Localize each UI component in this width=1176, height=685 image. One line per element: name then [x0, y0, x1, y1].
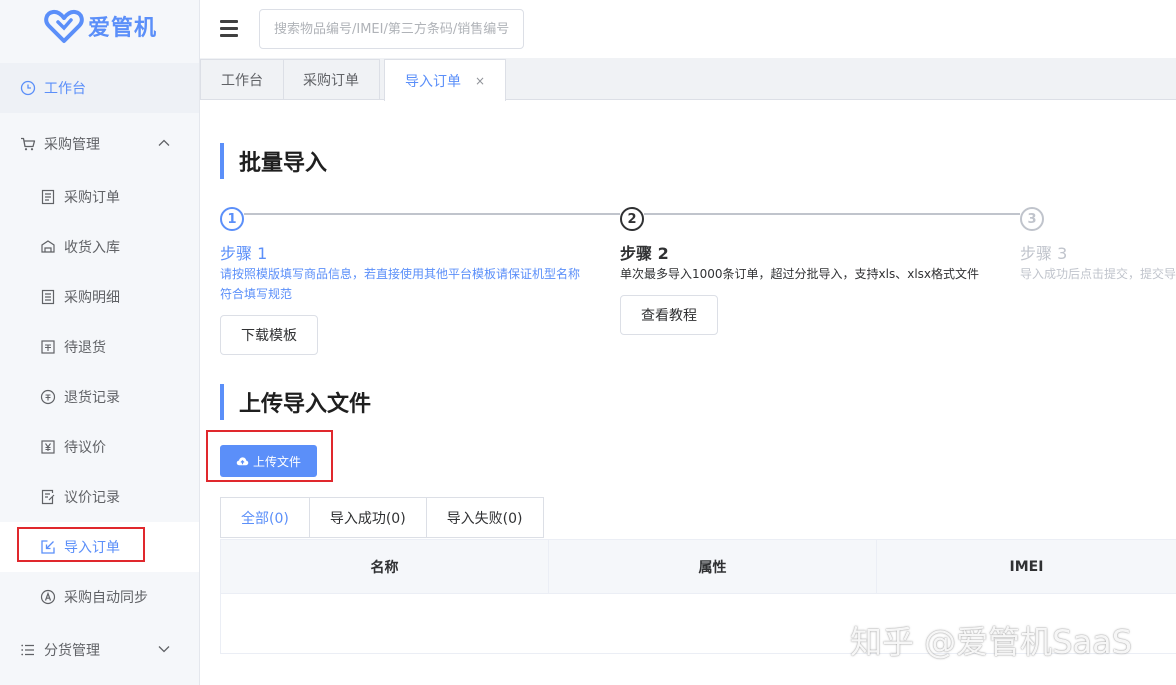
- section-title-batch: 批量导入: [220, 143, 327, 179]
- tab-label: 工作台: [221, 73, 263, 89]
- step-1-desc-line: 请按照模版填写商品信息，若直接使用其他平台模板请保证机型名称: [220, 267, 581, 281]
- sidebar-item-label: 待退货: [64, 340, 106, 356]
- tab-label: 采购订单: [303, 73, 359, 89]
- sidebar-group-label: 分货管理: [44, 643, 100, 659]
- table-body-empty: [220, 594, 1176, 654]
- step-2-indicator: 2: [620, 207, 644, 231]
- sidebar-item-label: 待议价: [64, 440, 106, 456]
- table-header: 名称 属性 IMEI: [220, 539, 1176, 594]
- step-3-description: 导入成功后点击提交，提交导入: [1020, 267, 1176, 281]
- top-header: [200, 0, 1176, 58]
- sidebar-item-label: 采购自动同步: [64, 590, 148, 606]
- tab-import-failed[interactable]: 导入失败(0): [426, 497, 544, 538]
- app-name: 爱管机: [88, 16, 158, 41]
- sidebar-item-receive[interactable]: 收货入库: [0, 222, 199, 272]
- chevron-down-icon: [158, 646, 170, 653]
- sidebar: 爱管机 工作台 采购管理 采购订单 收货入库 采购明细 待退货 退货记录 待议价…: [0, 0, 200, 685]
- tab-all[interactable]: 全部(0): [220, 497, 310, 538]
- detail-doc-icon: [40, 289, 56, 305]
- step-1-indicator: 1: [220, 207, 244, 231]
- cloud-upload-icon: [236, 456, 249, 465]
- sidebar-item-label: 议价记录: [64, 490, 120, 506]
- tab-purchase-order[interactable]: 采购订单: [283, 59, 380, 100]
- sidebar-item-label: 工作台: [44, 81, 86, 97]
- close-icon[interactable]: ×: [475, 74, 485, 88]
- sidebar-item-pending-return[interactable]: 待退货: [0, 322, 199, 372]
- column-header-imei: IMEI: [1009, 558, 1044, 575]
- tab-import-success[interactable]: 导入成功(0): [309, 497, 427, 538]
- return-pending-icon: [40, 339, 56, 355]
- sidebar-item-purchase-order[interactable]: 采购订单: [0, 172, 199, 222]
- auto-sync-icon: [40, 589, 56, 605]
- sidebar-item-worktable[interactable]: 工作台: [0, 63, 199, 113]
- step-2-description: 单次最多导入1000条订单，超过分批导入，支持xls、xlsx格式文件: [620, 267, 980, 281]
- step-connector: [644, 213, 1020, 215]
- sidebar-item-label: 收货入库: [64, 240, 120, 256]
- app-logo[interactable]: 爱管机: [44, 6, 157, 46]
- download-template-button[interactable]: 下载模板: [220, 315, 318, 355]
- sidebar-item-auto-sync[interactable]: 采购自动同步: [0, 572, 199, 622]
- order-doc-icon: [40, 189, 56, 205]
- yuan-icon: [40, 439, 56, 455]
- import-icon: [40, 539, 56, 555]
- sidebar-group-label: 采购管理: [44, 137, 100, 153]
- sidebar-item-bargain-record[interactable]: 议价记录: [0, 472, 199, 522]
- upload-button-label: 上传文件: [252, 454, 301, 469]
- column-header-name: 名称: [221, 540, 549, 593]
- search-input[interactable]: [259, 9, 524, 49]
- step-1-title: 步骤 1: [220, 244, 268, 263]
- step-3-title: 步骤 3: [1020, 244, 1068, 263]
- menu-toggle-icon[interactable]: [220, 20, 238, 38]
- sidebar-item-label: 退货记录: [64, 390, 120, 406]
- result-tabs: 全部(0) 导入成功(0) 导入失败(0): [220, 497, 544, 538]
- step-1-description: 请按照模版填写商品信息，若直接使用其他平台模板请保证机型名称 符合填写规范: [220, 264, 590, 304]
- heart-logo-icon: [44, 9, 84, 43]
- tab-label: 导入订单: [405, 73, 461, 90]
- view-tutorial-button[interactable]: 查看教程: [620, 295, 718, 335]
- list-icon: [20, 642, 36, 658]
- sidebar-item-label: 采购订单: [64, 190, 120, 206]
- receive-icon: [40, 239, 56, 255]
- tab-import-order[interactable]: 导入订单 ×: [384, 59, 507, 101]
- sidebar-item-label: 导入订单: [64, 540, 120, 556]
- section-title-upload: 上传导入文件: [220, 384, 371, 420]
- cart-icon: [20, 136, 36, 152]
- sidebar-group-distribution[interactable]: 分货管理: [0, 625, 199, 675]
- step-1-desc-line: 符合填写规范: [220, 287, 293, 301]
- clock-icon: [20, 80, 36, 96]
- tab-worktable[interactable]: 工作台: [200, 59, 284, 100]
- sidebar-item-purchase-detail[interactable]: 采购明细: [0, 272, 199, 322]
- page-tabs: 工作台 采购订单 导入订单 ×: [200, 58, 1176, 101]
- chevron-up-icon: [158, 139, 170, 146]
- return-record-icon: [40, 389, 56, 405]
- sidebar-item-return-record[interactable]: 退货记录: [0, 372, 199, 422]
- step-3-indicator: 3: [1020, 207, 1044, 231]
- sidebar-item-pending-bargain[interactable]: 待议价: [0, 422, 199, 472]
- upload-file-button[interactable]: 上传文件: [220, 445, 317, 477]
- sidebar-item-label: 采购明细: [64, 290, 120, 306]
- sidebar-group-purchase[interactable]: 采购管理: [0, 119, 199, 169]
- edit-doc-icon: [40, 489, 56, 505]
- step-connector: [244, 213, 620, 215]
- column-header-attribute: 属性: [549, 540, 877, 593]
- sidebar-item-import-order[interactable]: 导入订单: [0, 522, 199, 572]
- step-2-title: 步骤 2: [620, 244, 669, 263]
